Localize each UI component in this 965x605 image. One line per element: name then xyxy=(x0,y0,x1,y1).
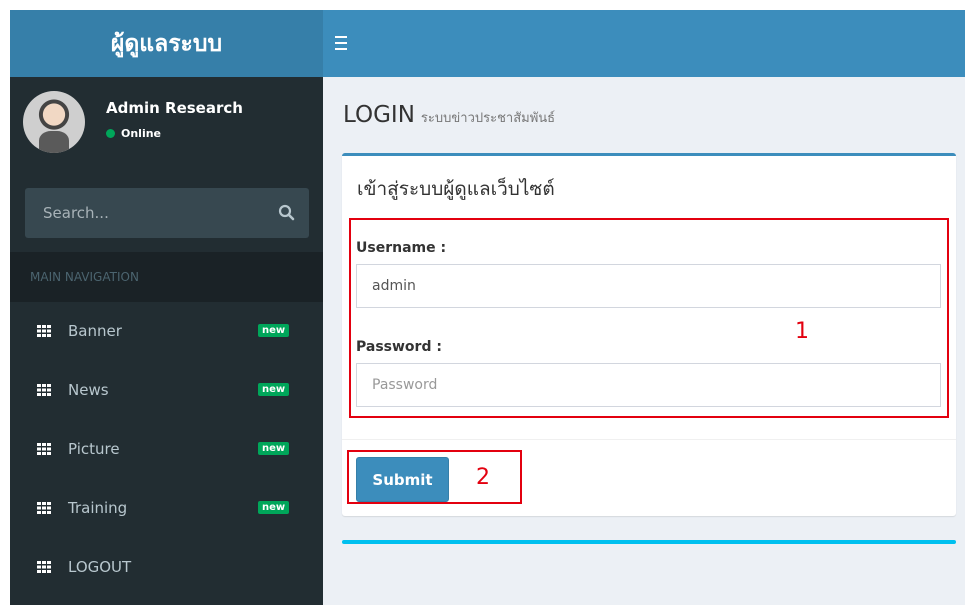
page-title: LOGIN ระบบข่าวประชาสัมพันธ์ xyxy=(343,102,555,128)
login-box: เข้าสู่ระบบผู้ดูแลเว็บไซต์ Username : Pa… xyxy=(342,153,956,516)
user-status: Online xyxy=(106,127,161,140)
new-badge: new xyxy=(258,324,290,337)
app-logo[interactable]: ผู้ดูแลระบบ xyxy=(10,10,323,77)
sidebar-item-label: Banner xyxy=(68,322,122,340)
avatar xyxy=(23,91,85,153)
sidebar-item-label: News xyxy=(68,381,109,399)
login-box-title: เข้าสู่ระบบผู้ดูแลเว็บไซต์ xyxy=(357,178,555,200)
table-grid-icon xyxy=(37,502,51,514)
sidebar-item-news[interactable]: News new xyxy=(10,361,323,420)
table-grid-icon xyxy=(37,325,51,337)
sidebar-item-label: Training xyxy=(68,499,128,517)
page-title-main: LOGIN xyxy=(343,102,415,128)
sidebar-item-label: LOGOUT xyxy=(68,558,132,576)
sidebar-item-training[interactable]: Training new xyxy=(10,479,323,538)
sidebar-item-picture[interactable]: Picture new xyxy=(10,420,323,479)
search-input[interactable] xyxy=(25,188,273,238)
table-grid-icon xyxy=(37,561,51,573)
sidebar-item-banner[interactable]: Banner new xyxy=(10,302,323,361)
table-grid-icon xyxy=(37,443,51,455)
app-frame: ผู้ดูแลระบบ Admin Research Online MAIN xyxy=(10,10,965,605)
bottom-accent-line xyxy=(342,540,956,544)
sidebar: Admin Research Online MAIN NAVIGATION xyxy=(10,77,323,605)
new-badge: new xyxy=(258,501,290,514)
annotation-box-1 xyxy=(349,218,949,418)
annotation-label-2: 2 xyxy=(476,465,490,490)
table-grid-icon xyxy=(37,384,51,396)
annotation-label-1: 1 xyxy=(795,319,809,344)
new-badge: new xyxy=(258,442,290,455)
sidebar-search xyxy=(25,188,309,238)
user-panel: Admin Research Online xyxy=(10,77,323,174)
new-badge: new xyxy=(258,383,290,396)
top-navbar xyxy=(323,10,965,77)
sidebar-item-label: Picture xyxy=(68,440,120,458)
nav-header: MAIN NAVIGATION xyxy=(10,252,323,302)
user-status-label: Online xyxy=(121,127,162,140)
user-name: Admin Research xyxy=(106,99,243,117)
sidebar-toggle-icon[interactable] xyxy=(333,32,355,54)
box-divider xyxy=(342,439,956,440)
page-subtitle: ระบบข่าวประชาสัมพันธ์ xyxy=(420,111,556,126)
sidebar-item-logout[interactable]: LOGOUT xyxy=(10,538,323,597)
annotation-box-2 xyxy=(347,450,522,504)
search-icon[interactable] xyxy=(277,203,297,223)
sidebar-menu: Banner new News new Picture new Training… xyxy=(10,302,323,597)
online-status-icon xyxy=(106,129,115,138)
